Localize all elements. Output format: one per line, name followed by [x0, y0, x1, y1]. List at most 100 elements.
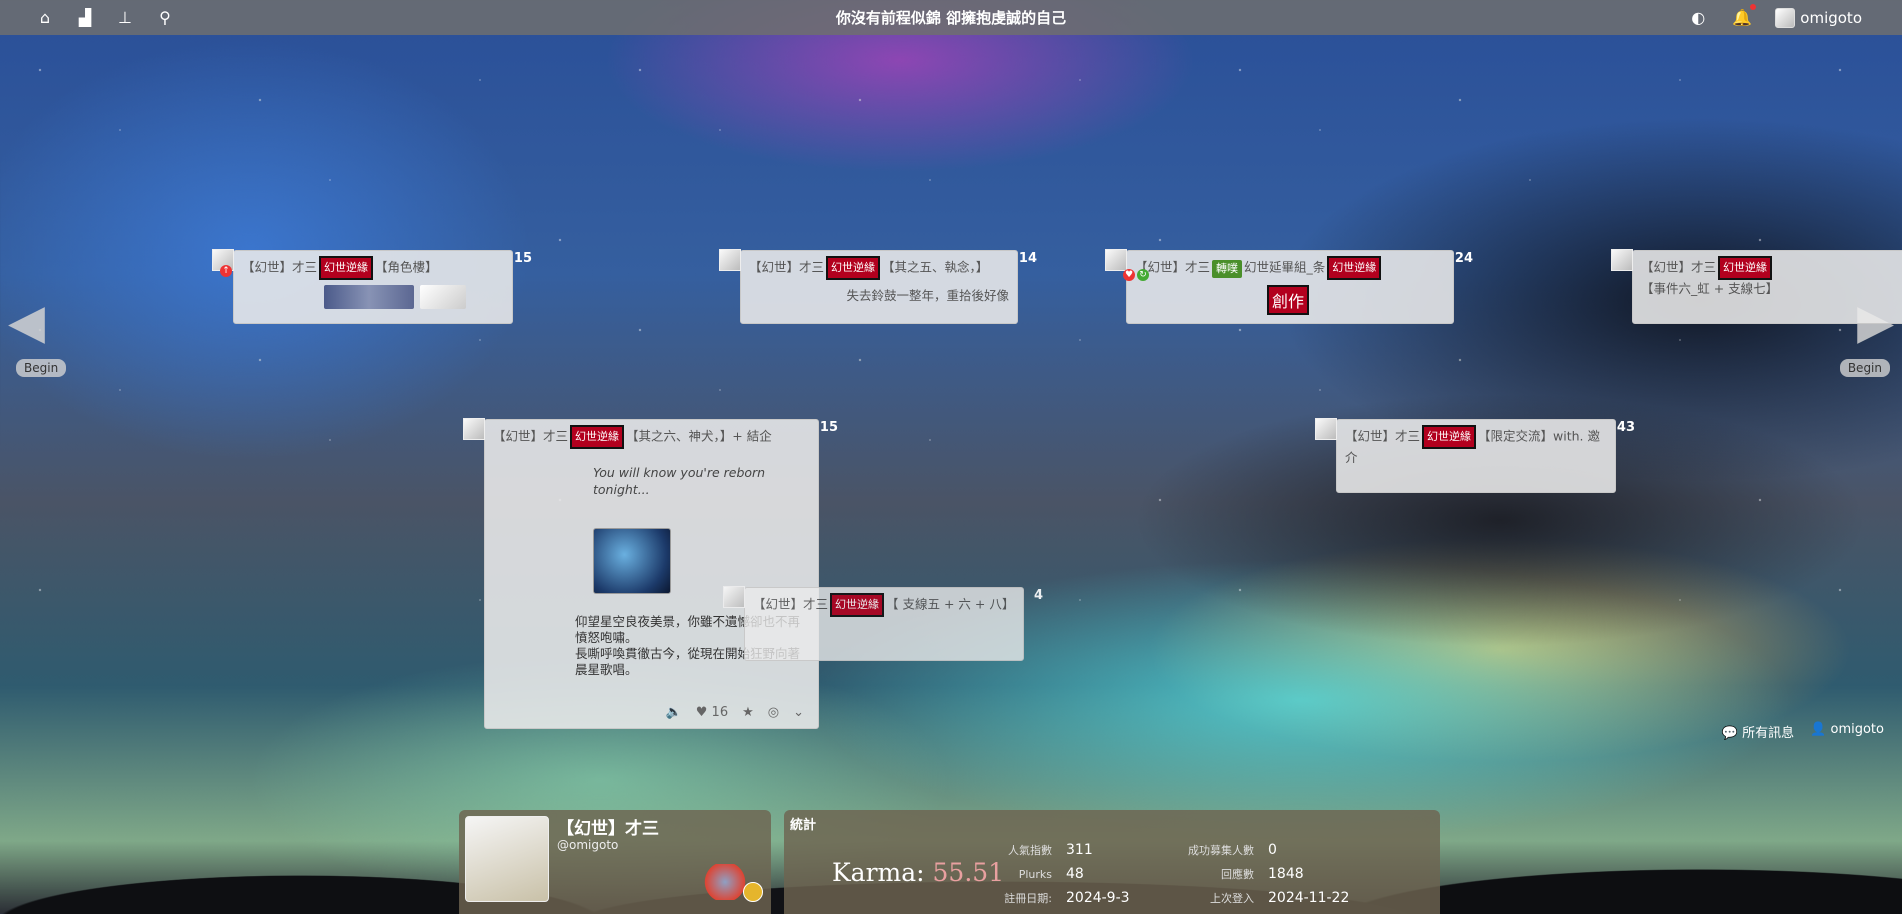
karma-display: Karma: 55.51 [832, 858, 1004, 887]
plurk-prefix: 【幻世】才三 [753, 596, 829, 612]
avatar [463, 418, 485, 440]
plurk-image[interactable] [593, 528, 671, 594]
plurk-tag: 幻世逆緣 [319, 256, 374, 280]
plurk-card[interactable]: 【幻世】才三 幻世逆緣【 支線五 + 六 + 八】 4 [723, 586, 1043, 661]
plurk-prefix: 【幻世】才三 [242, 259, 318, 275]
profile-handle: @omigoto [557, 838, 619, 852]
mute-icon[interactable]: 🔈 [666, 705, 682, 720]
response-count: 14 [1018, 251, 1037, 266]
plurk-card[interactable]: ↑ 【幻世】才三 幻世逆緣 【角色樓】 15 [212, 249, 532, 324]
avatar [1105, 249, 1127, 271]
bell-icon[interactable]: 🔔 [1731, 3, 1757, 29]
plurk-tag: 幻世逆緣 [826, 256, 881, 280]
replurk-icon[interactable]: ◎ [768, 705, 779, 720]
stat-row: 註冊日期: 2024-9-3 [980, 890, 1129, 906]
plurk-text: 【事件六_虹 + 支線七】 [1641, 281, 1779, 296]
plurk-quote: You will know you're reborn tonight... [593, 465, 766, 497]
stat-value: 1848 [1268, 866, 1304, 882]
avatar [1775, 7, 1796, 28]
response-count: 24 [1454, 251, 1473, 266]
plurk-card[interactable]: 【幻世】才三 幻世逆緣 【限定交流】with. 邀介 43 [1315, 418, 1635, 493]
response-count: 15 [513, 251, 532, 266]
profile-panel: 【幻世】才三 @omigoto [459, 810, 771, 914]
stat-label: 回應數 [1221, 868, 1254, 881]
owner-label: omigoto [1830, 722, 1885, 737]
avatar [1611, 249, 1633, 271]
city-icon[interactable]: ▟ [74, 7, 96, 29]
page-title: 你沒有前程似錦 卻擁抱虔誠的自己 [835, 9, 1067, 27]
response-count: 15 [819, 420, 838, 435]
star-icon[interactable]: ★ [742, 705, 754, 720]
stat-label: 註冊日期: [1004, 892, 1052, 905]
stat-value: 0 [1268, 842, 1277, 858]
user-menu[interactable]: omigoto [1775, 7, 1862, 28]
stat-row: Plurks 48 [980, 866, 1084, 882]
top-bar: ⌂ ▟ ⊥ ⚲ 你沒有前程似錦 卻擁抱虔誠的自己 ◐ 🔔 omigoto [0, 0, 1902, 35]
plurk-text: 【其之六、神犬，】+ 結企 [626, 428, 772, 444]
thumbnail-image[interactable] [324, 285, 414, 309]
creation-badge: 創作 [1267, 285, 1310, 315]
plurk-tag: 幻世逆緣 [1422, 425, 1477, 449]
timeline-links: 💬 所有訊息 👤 omigoto [1722, 722, 1884, 741]
search-icon[interactable]: ⚲ [154, 7, 176, 29]
plurk-card[interactable]: 【幻世】才三 幻世逆緣【事件六_虹 + 支線七】 [1611, 249, 1902, 324]
stat-value: 2024-11-22 [1268, 890, 1350, 906]
stat-label: Plurks [1018, 867, 1052, 881]
all-messages-label: 所有訊息 [1742, 726, 1795, 741]
pin-icon: ↑ [220, 265, 232, 277]
stats-title: 統計 [790, 818, 817, 833]
plurk-text: 【角色樓】 [375, 259, 438, 275]
username: omigoto [1800, 8, 1862, 27]
profile-name: 【幻世】才三 [557, 819, 659, 839]
avatar [719, 249, 741, 271]
response-count: 43 [1616, 420, 1635, 435]
plurk-tag: 幻世逆緣 [570, 425, 625, 449]
like-count: 16 [711, 705, 729, 720]
stat-row: 回應數 1848 [1182, 866, 1304, 882]
coin-icon[interactable] [743, 882, 763, 902]
stat-label: 人氣指數 [1008, 844, 1052, 857]
plurk-prefix: 【幻世】才三 [1641, 259, 1717, 275]
replurk-tag: 轉噗 [1212, 259, 1243, 278]
stat-value: 48 [1066, 866, 1084, 882]
karma-label: Karma: [832, 858, 925, 887]
response-count: 4 [1033, 588, 1043, 603]
plurk-prefix: 【幻世】才三 [493, 428, 569, 444]
character-sprite [703, 864, 747, 900]
stat-row: 人氣指數 311 [980, 842, 1093, 858]
stats-panel: 統計 Karma: 55.51 人氣指數 311 Plurks 48 註冊日期: 20… [784, 810, 1440, 914]
prev-arrow-icon[interactable]: ◀ [8, 298, 58, 346]
plurk-prefix: 【幻世】才三 [749, 259, 825, 275]
avatar [723, 586, 745, 608]
plurk-text: 幻世延畢組_条 [1244, 259, 1326, 275]
background-stars [0, 40, 1902, 614]
plurk-tag: 幻世逆緣 [830, 593, 885, 617]
plurk-prefix: 【幻世】才三 [1345, 428, 1421, 444]
plurk-text: 【其之五、執念，】 [882, 259, 989, 275]
thumbnail-image[interactable] [420, 285, 466, 309]
heart-icon: ♥ [695, 705, 708, 720]
like-button[interactable]: ♥ 16 [696, 705, 728, 720]
owner-link[interactable]: 👤 omigoto [1810, 722, 1884, 741]
plurk-card[interactable]: ♥ ↻ 【幻世】才三 轉噗 幻世延畢組_条 幻世逆緣 創作 24 [1105, 249, 1473, 324]
pin-icon[interactable]: ⊥ [114, 7, 136, 29]
chevron-down-icon[interactable]: ⌄ [793, 705, 804, 720]
plurk-body: 失去鈴鼓一整年，重拾後好像 [846, 288, 1009, 303]
all-messages-link[interactable]: 💬 所有訊息 [1722, 722, 1794, 741]
plurk-card[interactable]: 【幻世】才三 幻世逆緣 【其之五、執念，】 失去鈴鼓一整年，重拾後好像 14 [719, 249, 1037, 324]
plurk-card-expanded[interactable]: 【幻世】才三 幻世逆緣 【其之六、神犬，】+ 結企 You will know yo… [463, 418, 838, 729]
stat-label: 成功募集人數 [1188, 844, 1254, 857]
begin-left-button[interactable]: Begin [16, 359, 67, 377]
stat-value: 311 [1066, 842, 1093, 858]
stat-label: 上次登入 [1210, 892, 1254, 905]
heart-icon: ♥ [1123, 269, 1135, 281]
stat-row: 上次登入 2024-11-22 [1182, 890, 1349, 906]
plurk-text: 【 支線五 + 六 + 八】 [886, 596, 1015, 612]
plurk-tag: 幻世逆緣 [1327, 256, 1382, 280]
globe-icon[interactable]: ◐ [1687, 7, 1709, 29]
avatar [1315, 418, 1337, 440]
plurk-tag: 幻世逆緣 [1718, 256, 1773, 280]
home-icon[interactable]: ⌂ [34, 7, 56, 29]
begin-right-button[interactable]: Begin [1839, 359, 1890, 377]
profile-avatar[interactable] [465, 816, 549, 902]
